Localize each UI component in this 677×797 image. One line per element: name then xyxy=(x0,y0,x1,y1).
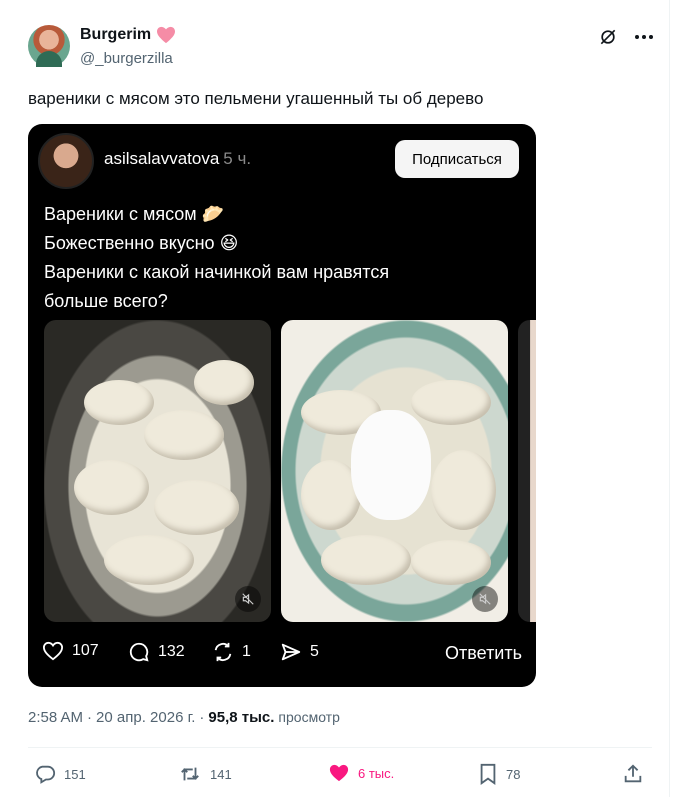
bookmark-button[interactable]: 78 xyxy=(478,763,520,785)
reply-button[interactable]: 151 xyxy=(34,763,86,785)
share-icon xyxy=(624,764,642,783)
quoted-username[interactable]: asilsalavvatova xyxy=(104,149,219,168)
divider xyxy=(28,747,652,748)
meta-separator: · xyxy=(199,709,205,726)
quoted-user: asilsalavvatova 5 ч. xyxy=(104,149,251,169)
heart-filled-icon xyxy=(329,764,349,782)
reply-icon xyxy=(36,765,56,784)
author-name-row: Burgerim xyxy=(80,26,176,44)
heart-outline-icon xyxy=(42,641,64,661)
grok-icon[interactable] xyxy=(597,26,619,48)
third-photo-preview[interactable] xyxy=(518,320,536,622)
author-name[interactable]: Burgerim xyxy=(80,26,151,44)
tweet: Burgerim @_burgerzilla вареники с мясом … xyxy=(0,0,677,797)
dumplings-pot-photo[interactable] xyxy=(44,320,271,622)
mute-icon[interactable] xyxy=(235,586,261,612)
quoted-like[interactable]: 107 xyxy=(42,641,99,661)
bookmark-icon xyxy=(480,763,496,785)
quoted-actions: 107 132 1 5 Ответить xyxy=(42,641,522,667)
reply-count: 151 xyxy=(64,766,86,782)
share-button[interactable] xyxy=(622,763,644,785)
quoted-comment-count: 132 xyxy=(158,643,185,660)
repost-button[interactable]: 141 xyxy=(178,763,232,785)
dumplings-plate-photo[interactable] xyxy=(281,320,508,622)
tweet-meta: 2:58 AM · 20 апр. 2026 г. · 95,8 тыс. пр… xyxy=(28,709,340,726)
reply-link[interactable]: Ответить xyxy=(445,643,522,664)
caption-line: Вареники с какой начинкой вам нравятся xyxy=(44,262,390,282)
avatar[interactable] xyxy=(28,25,70,67)
quoted-comment[interactable]: 132 xyxy=(128,641,185,663)
caption-line: больше всего? xyxy=(44,291,168,311)
send-icon xyxy=(281,643,301,661)
quoted-caption: Вареники с мясом 🥟 Божественно вкусно 😆 … xyxy=(44,200,389,316)
author-handle[interactable]: @_burgerzilla xyxy=(80,50,173,67)
quoted-share-count: 5 xyxy=(310,643,319,660)
view-count: 95,8 тыс. xyxy=(208,709,275,726)
tweet-date[interactable]: 20 апр. 2026 г. xyxy=(96,709,195,726)
engagement-bar: 151 141 6 тыс. 78 xyxy=(0,760,677,790)
quoted-media-card[interactable]: asilsalavvatova 5 ч. Подписаться Вареники… xyxy=(28,124,536,687)
quoted-repost[interactable]: 1 xyxy=(212,641,251,663)
repost-icon xyxy=(214,642,232,662)
quoted-avatar[interactable] xyxy=(38,133,94,189)
column-border xyxy=(669,0,670,797)
caption-line: Вареники с мясом 🥟 xyxy=(44,204,225,224)
subscribe-button[interactable]: Подписаться xyxy=(395,140,519,178)
tweet-top-actions xyxy=(597,26,655,48)
pink-heart-icon xyxy=(157,26,176,44)
like-button[interactable]: 6 тыс. xyxy=(328,763,394,783)
quoted-like-count: 107 xyxy=(72,642,99,659)
meta-separator: · xyxy=(87,709,93,726)
quoted-time: 5 ч. xyxy=(223,149,252,168)
like-count: 6 тыс. xyxy=(358,765,395,781)
repost-count: 141 xyxy=(210,766,232,782)
more-options-icon[interactable] xyxy=(633,26,655,48)
bookmark-count: 78 xyxy=(506,766,521,782)
retweet-icon xyxy=(181,767,199,781)
tweet-time[interactable]: 2:58 AM xyxy=(28,709,83,726)
tweet-text: вареники с мясом это пельмени угашенный … xyxy=(28,89,484,108)
view-label: просмотр xyxy=(278,709,340,725)
quoted-share[interactable]: 5 xyxy=(280,641,319,663)
comment-bubble-icon xyxy=(129,642,149,662)
mute-icon[interactable] xyxy=(472,586,498,612)
caption-line: Божественно вкусно 😆 xyxy=(44,233,239,253)
quoted-repost-count: 1 xyxy=(242,643,251,660)
